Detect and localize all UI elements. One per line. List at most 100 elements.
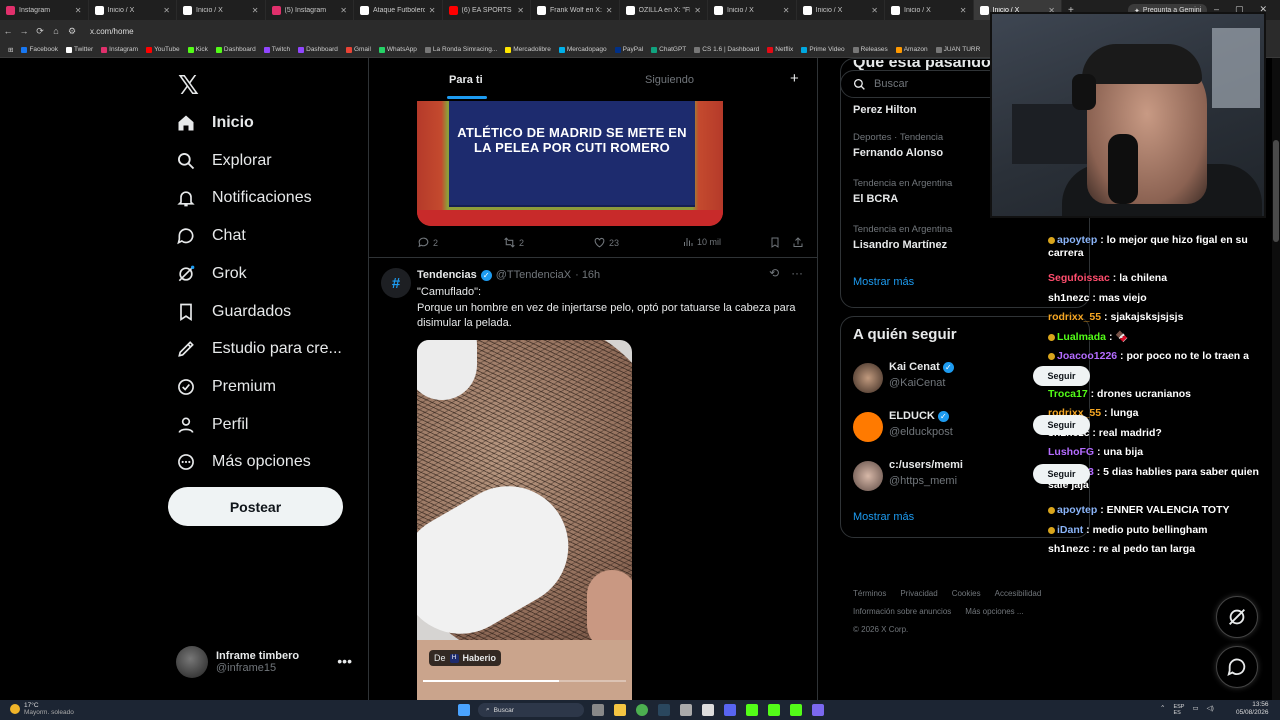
close-tab-icon[interactable]: ✕ bbox=[252, 6, 259, 15]
bookmark-item[interactable]: CS 1.6 | Dashboard bbox=[694, 46, 759, 53]
app-icon[interactable] bbox=[702, 704, 714, 716]
chrome-icon[interactable] bbox=[636, 704, 648, 716]
bookmark-item[interactable]: WhatsApp bbox=[378, 46, 417, 53]
taskbar-search[interactable]: ⌕ Buscar bbox=[478, 703, 584, 717]
scrollbar-thumb[interactable] bbox=[1273, 140, 1279, 242]
news-card-image[interactable]: ATLÉTICO DE MADRID SE METE EN LA PELEA P… bbox=[417, 101, 723, 226]
follow-button[interactable]: Seguir bbox=[1033, 366, 1090, 386]
bookmark-item[interactable]: Dashboard bbox=[298, 46, 338, 53]
clock[interactable]: 13:56 05/08/2026 bbox=[1236, 701, 1269, 717]
browser-tab[interactable]: Ataque Futbolero e✕ bbox=[354, 0, 443, 20]
close-tab-icon[interactable]: ✕ bbox=[75, 6, 82, 15]
tab-following[interactable]: Siguiendo bbox=[645, 74, 694, 86]
steam-icon[interactable] bbox=[658, 704, 670, 716]
footer-link[interactable]: Términos bbox=[853, 589, 886, 598]
app-icon[interactable] bbox=[812, 704, 824, 716]
bookmark-item[interactable]: Dashboard bbox=[215, 46, 256, 53]
tweet-video[interactable]: De H Haberio bbox=[417, 340, 632, 720]
post-button[interactable]: Postear bbox=[168, 487, 343, 526]
show-more-trends[interactable]: Mostrar más bbox=[853, 276, 914, 288]
like-button[interactable]: 23 bbox=[593, 236, 619, 249]
nav-item-grok[interactable]: Grok bbox=[170, 255, 247, 293]
add-tab-icon[interactable]: + bbox=[790, 70, 799, 87]
volume-icon[interactable]: ◁) bbox=[1207, 704, 1214, 716]
app-icon[interactable] bbox=[680, 704, 692, 716]
bookmark-item[interactable]: ChatGPT bbox=[651, 46, 686, 53]
site-info-icon[interactable]: ⚙ bbox=[64, 26, 80, 37]
tweet-time[interactable]: · 16h bbox=[575, 269, 600, 281]
tab-for-you[interactable]: Para ti bbox=[449, 74, 483, 86]
more-icon[interactable]: ··· bbox=[791, 266, 803, 280]
nav-item-verified[interactable]: Premium bbox=[170, 368, 276, 406]
reply-button[interactable]: 2 bbox=[417, 236, 438, 249]
tweet-author-handle[interactable]: @TTendenciaX bbox=[496, 269, 571, 281]
browser-tab[interactable]: (6) EA SPORTS FC 2✕ bbox=[443, 0, 531, 20]
bookmark-item[interactable]: La Ronda Simracing... bbox=[424, 46, 497, 53]
footer-link[interactable]: Privacidad bbox=[900, 589, 937, 598]
network-icon[interactable]: ▭ bbox=[1192, 704, 1198, 716]
chat-fab[interactable] bbox=[1216, 646, 1258, 688]
close-tab-icon[interactable]: ✕ bbox=[871, 6, 878, 15]
windows-start-icon[interactable] bbox=[458, 704, 470, 716]
nav-item-rocket[interactable]: Estudio para cre... bbox=[170, 330, 342, 368]
browser-tab[interactable]: Instagram ✕ bbox=[0, 0, 89, 20]
close-tab-icon[interactable]: ✕ bbox=[517, 6, 524, 15]
bookmark-button[interactable] bbox=[769, 236, 781, 249]
avatar[interactable]: # bbox=[381, 268, 411, 298]
bookmark-item[interactable]: Gmail bbox=[345, 46, 371, 53]
browser-tab[interactable]: Frank Wolf en X: "M✕ bbox=[531, 0, 620, 20]
browser-tab[interactable]: OZILLA en X: "Flocr✕ bbox=[620, 0, 708, 20]
video-credit[interactable]: De H Haberio bbox=[429, 650, 502, 666]
browser-tab[interactable]: (5) Instagram ✕ bbox=[266, 0, 354, 20]
task-view-icon[interactable] bbox=[592, 704, 604, 716]
back-icon[interactable]: ← bbox=[0, 26, 16, 36]
bookmark-item[interactable]: Mercadolibre bbox=[505, 46, 551, 53]
bookmark-item[interactable]: Netflix bbox=[767, 46, 793, 53]
footer-link[interactable]: Más opciones ... bbox=[965, 607, 1023, 616]
kick-icon[interactable] bbox=[768, 704, 780, 716]
nav-item-person[interactable]: Perfil bbox=[170, 406, 248, 444]
browser-tab[interactable]: Inicio / X ✕ bbox=[177, 0, 266, 20]
close-tab-icon[interactable]: ✕ bbox=[694, 6, 701, 15]
bookmark-item[interactable]: Instagram bbox=[101, 46, 138, 53]
close-tab-icon[interactable]: ✕ bbox=[960, 6, 967, 15]
footer-link[interactable]: Accesibilidad bbox=[995, 589, 1042, 598]
views-button[interactable]: 10 mil bbox=[682, 236, 721, 248]
grok-icon[interactable]: ⟲ bbox=[769, 266, 779, 280]
kick-icon[interactable] bbox=[790, 704, 802, 716]
nav-item-more-circle[interactable]: Más opciones bbox=[170, 443, 311, 481]
show-more-follow[interactable]: Mostrar más bbox=[853, 511, 914, 523]
close-tab-icon[interactable]: ✕ bbox=[783, 6, 790, 15]
video-progress-bar[interactable] bbox=[423, 680, 626, 682]
repost-button[interactable]: 2 bbox=[503, 236, 524, 249]
forward-icon[interactable]: → bbox=[16, 26, 32, 36]
bookmark-item[interactable]: YouTube bbox=[146, 46, 180, 53]
close-tab-icon[interactable]: ✕ bbox=[606, 6, 613, 15]
browser-tab[interactable]: Inicio / X ✕ bbox=[797, 0, 885, 20]
share-button[interactable] bbox=[792, 236, 804, 249]
bookmark-item[interactable]: Prime Video bbox=[801, 46, 845, 53]
apps-icon[interactable]: ⊞ bbox=[8, 46, 13, 54]
bookmark-item[interactable]: Releases bbox=[852, 46, 888, 53]
browser-tab[interactable]: Inicio / X ✕ bbox=[708, 0, 797, 20]
scrollbar[interactable] bbox=[1272, 58, 1280, 700]
bookmark-item[interactable]: JUAN TURR bbox=[935, 46, 980, 53]
close-tab-icon[interactable]: ✕ bbox=[340, 6, 347, 15]
nav-item-bell[interactable]: Notificaciones bbox=[170, 179, 312, 217]
url-field[interactable]: x.com/home bbox=[90, 27, 134, 36]
kick-icon[interactable] bbox=[746, 704, 758, 716]
close-tab-icon[interactable]: ✕ bbox=[163, 6, 170, 15]
home-icon[interactable]: ⌂ bbox=[48, 26, 64, 36]
grok-fab[interactable] bbox=[1216, 596, 1258, 638]
chevron-up-icon[interactable]: ⌃ bbox=[1160, 704, 1165, 716]
file-explorer-icon[interactable] bbox=[614, 704, 626, 716]
bookmark-item[interactable]: Facebook bbox=[21, 46, 58, 53]
footer-link[interactable]: Cookies bbox=[952, 589, 981, 598]
account-switcher[interactable]: Inframe timbero @inframe15 ••• bbox=[176, 645, 356, 679]
close-tab-icon[interactable]: ✕ bbox=[429, 6, 436, 15]
bookmark-item[interactable]: Mercadopago bbox=[558, 46, 607, 53]
bookmark-item[interactable]: Amazon bbox=[895, 46, 928, 53]
nav-item-bookmark[interactable]: Guardados bbox=[170, 293, 291, 331]
nav-item-search[interactable]: Explorar bbox=[170, 142, 272, 180]
follow-button[interactable]: Seguir bbox=[1033, 415, 1090, 435]
